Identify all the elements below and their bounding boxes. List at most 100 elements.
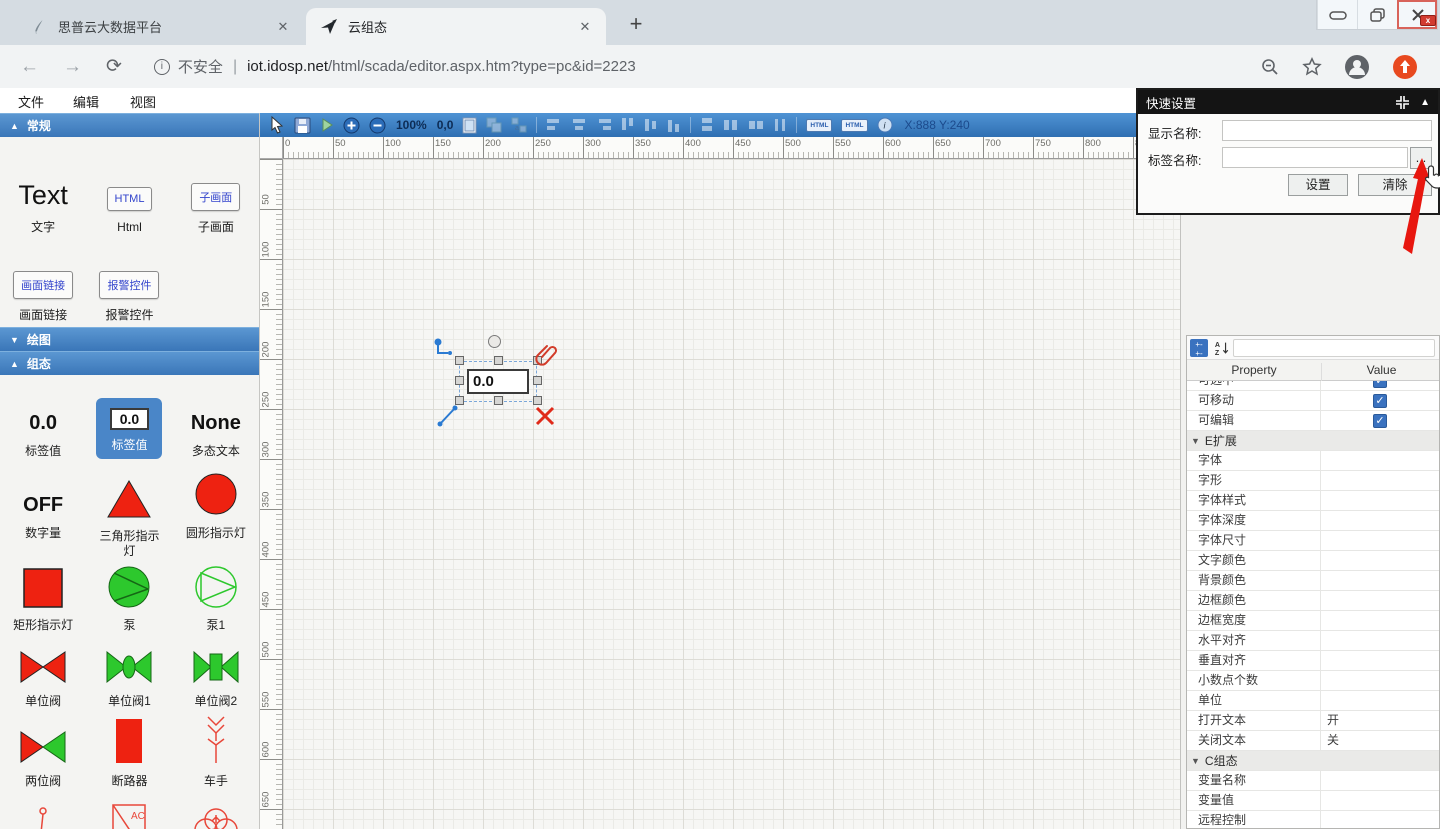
sort-az-icon[interactable]: AZ [1212,339,1230,357]
same-size-tool[interactable] [748,118,764,132]
property-row[interactable]: 变量名称 [1187,771,1439,791]
palette-item-valve[interactable]: 单位阀 [0,637,86,713]
resize-handle-e[interactable] [533,376,542,385]
select-cursor-tool[interactable] [269,116,285,134]
property-row[interactable]: 单位 [1187,691,1439,711]
canvas-tag-value-element[interactable]: 0.0 [467,369,529,394]
property-row[interactable]: 可移动✓ [1187,391,1439,411]
palette-item-pt[interactable]: PT [173,793,259,829]
property-category-row[interactable]: ▼C组态 [1187,751,1439,771]
property-row[interactable]: 边框宽度 [1187,611,1439,631]
site-info-icon[interactable]: i [154,59,170,75]
property-value[interactable] [1321,571,1439,591]
close-button[interactable]: x [1397,0,1437,29]
palette-item-breaker[interactable]: 断路器 [86,713,172,793]
property-value[interactable] [1321,771,1439,791]
property-row[interactable]: 字体尺寸 [1187,531,1439,551]
run-preview-tool[interactable] [320,118,334,132]
palette-item-digital-value[interactable]: OFF 数字量 [0,463,86,563]
categorize-view-icon[interactable]: +-+- [1190,339,1208,357]
property-value[interactable] [1321,591,1439,611]
property-row[interactable]: 背景颜色 [1187,571,1439,591]
quick-settings-header[interactable]: 快速设置 ▲ [1138,90,1438,114]
screen-settings-tool[interactable] [462,117,477,134]
property-row[interactable]: 字体样式 [1187,491,1439,511]
tab-close-icon[interactable]: ✕ [274,18,292,36]
resize-handle-se[interactable] [533,396,542,405]
align-center-tool[interactable] [571,118,587,132]
rotate-handle[interactable] [488,335,501,348]
resize-handle-w[interactable] [455,376,464,385]
save-tool[interactable] [294,117,311,134]
resize-handle-sw[interactable] [455,396,464,405]
palette-item-screen-link[interactable]: 画面链接 画面链接 [0,239,86,327]
same-height-tool[interactable] [723,118,739,132]
browser-update-icon[interactable] [1392,54,1418,80]
property-filter-field[interactable] [1233,339,1435,357]
checkbox-checked[interactable]: ✓ [1373,381,1387,388]
property-value[interactable] [1321,651,1439,671]
menu-edit[interactable]: 编辑 [73,92,99,111]
minimize-button[interactable] [1317,0,1357,29]
forward-icon[interactable]: → [63,56,82,78]
property-row[interactable]: 小数点个数 [1187,671,1439,691]
property-row[interactable]: 水平对齐 [1187,631,1439,651]
palette-item-tag-value[interactable]: 0.0 标签值 [0,375,86,463]
property-value[interactable] [1321,811,1439,829]
palette-item-pump[interactable]: 泵 [86,563,172,637]
section-header-scada[interactable]: ▲ 组态 [0,351,259,375]
resize-handle-n[interactable] [494,356,503,365]
align-bottom-tool[interactable] [667,117,681,133]
palette-item-text[interactable]: Text 文字 [0,137,86,239]
space-evenly-tool[interactable] [773,118,787,132]
palette-item-circle-indicator[interactable]: 圆形指示灯 [173,463,259,563]
browser-tab-active[interactable]: 云组态 ✕ [306,8,606,45]
palette-item-handcart[interactable]: 车手 [173,713,259,793]
property-row[interactable]: 垂直对齐 [1187,651,1439,671]
new-tab-button[interactable]: + [622,11,650,39]
category-collapse-icon[interactable]: ▼ [1191,436,1200,446]
menu-file[interactable]: 文件 [18,92,44,111]
property-value[interactable] [1321,531,1439,551]
bookmark-star-icon[interactable] [1302,57,1322,77]
attachment-paperclip-icon[interactable] [535,342,559,368]
property-value[interactable] [1321,551,1439,571]
dock-icon[interactable] [1395,95,1410,110]
apply-button[interactable]: 设置 [1288,174,1348,196]
property-row[interactable]: 可选中✓ [1187,381,1439,391]
tab-close-icon[interactable]: ✕ [576,18,594,36]
restore-button[interactable] [1357,0,1397,29]
line-tool-icon[interactable] [435,405,459,429]
zoom-in-tool[interactable] [343,117,360,134]
clear-button[interactable]: 清除 [1358,174,1432,196]
design-canvas[interactable]: 0.0 [283,159,1180,829]
property-value[interactable] [1321,471,1439,491]
property-row[interactable]: 文字颜色 [1187,551,1439,571]
palette-item-inverter[interactable]: ACDC 逆变器 [86,793,172,829]
tag-name-input[interactable] [1222,147,1408,168]
property-value[interactable]: ✓ [1321,391,1439,411]
property-row[interactable]: 关闭文本关 [1187,731,1439,751]
back-icon[interactable]: ← [20,56,39,78]
collapse-panel-icon[interactable]: ▲ [1420,97,1430,108]
property-row[interactable]: 可编辑✓ [1187,411,1439,431]
palette-item-subscreen[interactable]: 子画面 子画面 [173,137,259,239]
connector-icon[interactable] [433,337,457,361]
palette-item-tag-value-selected[interactable]: 0.0 标签值 [86,375,172,463]
property-row[interactable]: 字形 [1187,471,1439,491]
same-width-tool[interactable] [700,117,714,133]
zoom-out-tool[interactable] [369,117,386,134]
property-value[interactable] [1321,631,1439,651]
palette-item-valve1[interactable]: 单位阀1 [86,637,172,713]
property-column-header[interactable]: Property [1187,363,1321,377]
property-value[interactable] [1321,511,1439,531]
info-tool[interactable]: i [877,117,893,133]
zoom-out-page-icon[interactable] [1260,57,1280,77]
property-row[interactable]: 远程控制 [1187,811,1439,828]
property-row[interactable]: 字体 [1187,451,1439,471]
property-value[interactable] [1321,791,1439,811]
property-row[interactable]: 打开文本开 [1187,711,1439,731]
palette-item-two-way-valve[interactable]: 两位阀 [0,713,86,793]
palette-item-knife-switch[interactable]: 刀闸 [0,793,86,829]
url-display[interactable]: i 不安全 | iot.idosp.net/html/scada/editor.… [154,56,636,77]
